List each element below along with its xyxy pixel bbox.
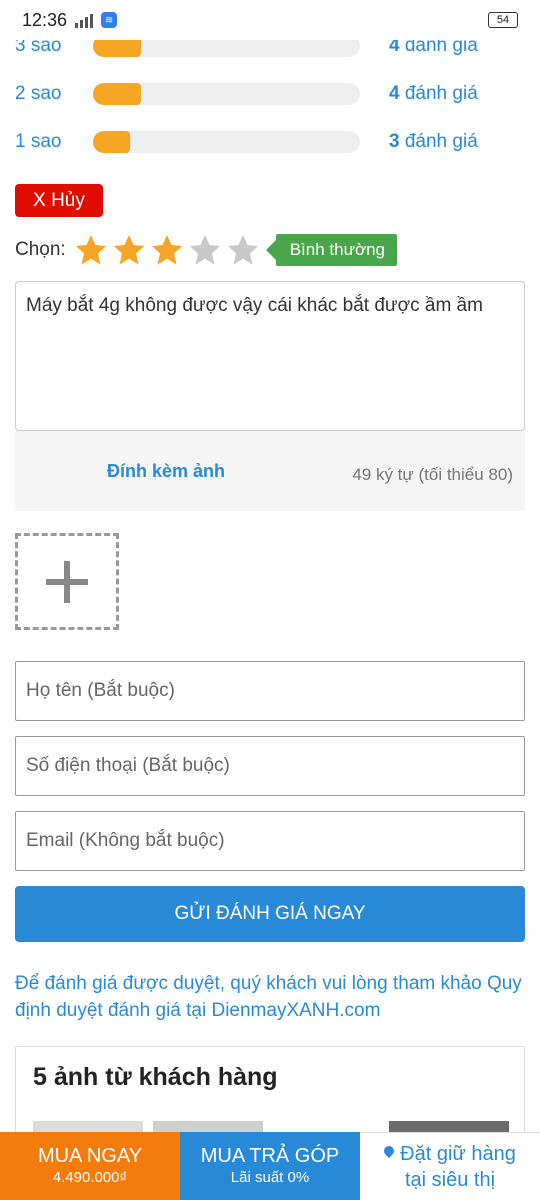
installment-label: MUA TRẢ GÓP [200,1145,340,1167]
name-field[interactable]: Họ tên (Bắt buộc) [15,661,525,721]
star-icon[interactable] [226,233,260,267]
rating-row-1[interactable]: 1 sao 3 đánh giá [15,127,525,157]
signal-icon [75,12,94,28]
email-field[interactable]: Email (Không bắt buộc) [15,811,525,871]
star-icon[interactable] [112,233,146,267]
choose-label: Chọn: [15,239,66,260]
rating-row-2[interactable]: 2 sao 4 đánh giá [15,79,525,109]
location-pin-icon [384,1146,394,1160]
attach-photo-link[interactable]: Đính kèm ảnh [107,461,225,482]
buy-now-price: 4.490.000₫ [52,1169,128,1186]
rating-row-label: 2 sao [15,83,62,104]
battery-icon: 54 [488,12,518,28]
star-group [74,233,264,267]
add-photo-button[interactable] [15,533,119,630]
star-icon[interactable] [74,233,108,267]
installment-sub: Lãi suất 0% [230,1169,310,1186]
star-chooser: Chọn: Bình thường [15,232,398,268]
review-policy-link[interactable]: Để đánh giá được duyệt, quý khách vui lò… [15,970,530,1024]
rating-count: 4 đánh giá [389,83,478,104]
star-icon[interactable] [150,233,184,267]
customer-photos-title: 5 ảnh từ khách hàng [33,1063,278,1091]
submit-review-button[interactable]: GỬI ĐÁNH GIÁ NGAY [15,886,525,942]
review-textarea[interactable]: Máy bắt 4g không được vậy cái khác bắt đ… [15,281,525,431]
reserve-label-2: tại siêu thị [404,1168,496,1191]
attach-bar: Đính kèm ảnh 49 ký tự (tối thiểu 80) [15,431,525,511]
rating-bar [93,83,360,105]
wifi-icon: ≋ [101,12,118,28]
rating-row-label: 1 sao [15,131,62,152]
star-icon[interactable] [188,233,222,267]
rating-text-badge: Bình thường [265,234,398,266]
status-time: 12:36 [22,9,68,30]
buy-now-button[interactable]: MUA NGAY 4.490.000₫ [0,1132,180,1200]
reserve-in-store-button[interactable]: Đặt giữ hàng tại siêu thị [360,1132,540,1200]
installment-button[interactable]: MUA TRẢ GÓP Lãi suất 0% [180,1132,360,1200]
bottom-action-bar: MUA NGAY 4.490.000₫ MUA TRẢ GÓP Lãi suất… [0,1132,540,1200]
char-count: 49 ký tự (tối thiểu 80) [352,465,513,484]
plus-icon [46,560,88,603]
cancel-button[interactable]: X Hủy [15,184,103,217]
phone-field[interactable]: Số điện thoại (Bắt buộc) [15,736,525,796]
buy-now-label: MUA NGAY [37,1145,143,1167]
rating-bar [93,131,360,153]
reserve-label-1: Đặt giữ hàng [400,1142,516,1165]
rating-count: 3 đánh giá [389,131,478,152]
status-bar: 12:36 ≋ 54 [0,0,540,40]
